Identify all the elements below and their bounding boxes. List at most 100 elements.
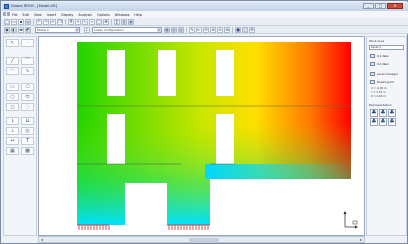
level-manager-button[interactable]: Level manager [369,71,405,77]
snap-icon[interactable]: + [75,19,81,25]
hole-icon[interactable]: ◌ [21,103,34,111]
model-select[interactable]: Model 1 ▾ [35,27,80,33]
doc-icon[interactable] [3,12,6,16]
menu-help[interactable]: Help [134,13,142,17]
open-folder-icon[interactable]: ▭ [11,19,17,25]
menu-options[interactable]: Options [97,13,110,17]
manager-icon [370,72,375,76]
drawing-canvas[interactable] [38,36,365,236]
pan-icon[interactable]: ✥ [103,19,109,25]
zoom-all-icon[interactable]: ⊞ [224,27,230,33]
new-file-icon[interactable]: □ [4,19,10,25]
render-results-icon[interactable]: ♣ [379,118,387,126]
select-arrow-icon[interactable]: ↖ [6,39,19,47]
polygon-icon[interactable]: ⬠ [21,83,34,91]
cursor-icon[interactable]: ↖ [82,19,88,25]
view-icon[interactable]: ◫ [242,27,248,33]
menu-windows[interactable]: Windows [115,13,130,17]
ellipse-icon[interactable]: ⬭ [21,93,34,101]
display-mode-icon[interactable]: ▨ [178,27,184,33]
print-icon[interactable]: ▤ [25,19,31,25]
calculate-icon[interactable]: ∑ [114,19,120,25]
hinge-icon[interactable]: ◎ [21,127,34,135]
drawing-aid-icon [370,80,375,84]
window-opening[interactable] [107,50,125,96]
scroll-thumb[interactable] [189,238,219,242]
representation-heading: Representation [369,103,392,107]
zoom-in-icon[interactable]: ⊕ [210,27,216,33]
mesh-icon[interactable]: ▦ [6,147,19,155]
menu-view[interactable]: View [34,13,42,17]
support-icon[interactable]: ⊥ [6,127,19,135]
rotate-icon[interactable]: ⟳ [203,27,209,33]
menu-file[interactable]: File [12,13,18,17]
render-solid-icon[interactable]: ♣ [370,109,378,117]
dimension-icon[interactable]: ↔ [6,137,19,145]
render-deformed-icon[interactable]: ♣ [388,118,396,126]
zoom-out-icon[interactable]: ⊖ [217,27,223,33]
spline-icon[interactable]: ∿ [21,67,34,75]
redo-icon[interactable]: ↷ [43,19,49,25]
polyline-icon[interactable]: ⌒ [21,57,34,65]
menu-insert[interactable]: Insert [47,13,56,17]
material-icon[interactable]: ◩ [25,27,31,33]
new-layer-button[interactable]: 0-1 New [369,53,405,59]
render-mesh-icon[interactable]: ♣ [370,118,378,126]
layer-select[interactable]: Level 1 [369,45,404,50]
window-opening[interactable] [107,114,125,164]
chevron-down-icon: ▾ [157,28,161,32]
scroll-left-icon[interactable]: ◂ [39,237,45,242]
configuration-select[interactable]: Loads configuration ▾ [92,27,162,33]
pen-icon[interactable]: ✎ [189,27,195,33]
window-opening[interactable] [216,50,234,96]
load-icon[interactable]: ↓ [6,117,19,125]
arc-icon[interactable]: ◠ [6,67,19,75]
text-icon[interactable]: T [21,137,34,145]
horizontal-scrollbar[interactable]: ◂ ▸ [38,236,365,243]
menu-display[interactable]: Display [61,13,73,17]
distributed-load-icon[interactable]: ⇊ [21,117,34,125]
render-wire-icon[interactable]: ♣ [379,109,387,117]
render-shaded-icon[interactable]: ♣ [388,109,396,117]
level-manager-label: Level manager [377,72,398,76]
display-mode-icon[interactable]: ▩ [164,27,170,33]
load-case-icon[interactable]: ℒ [84,27,90,33]
zoom-icon[interactable]: ⌕ [89,19,95,25]
window-opening[interactable] [216,114,234,164]
node-icon[interactable]: · [21,39,34,47]
cut-icon[interactable]: ✂ [50,19,56,25]
drawing-aid-button[interactable]: Drawing aid [369,79,405,85]
axis-arrow-icon [343,211,347,214]
line-support-middle[interactable] [167,224,210,230]
opening-icon[interactable]: ◻ [6,103,19,111]
menu-edit[interactable]: Edit [23,13,29,17]
undo-icon[interactable]: ↶ [36,19,42,25]
measure-icon[interactable]: ⇤ [196,27,202,33]
scroll-right-icon[interactable]: ▸ [358,237,364,242]
results-icon[interactable]: ▥ [121,19,127,25]
render-icon[interactable]: ■ [235,27,241,33]
window-opening[interactable] [158,50,176,96]
rectangle-icon[interactable]: ▭ [6,83,19,91]
zoom-window-icon[interactable]: ▢ [96,19,102,25]
line-support-left[interactable] [77,224,110,230]
door-opening[interactable] [125,183,167,225]
layer-icon[interactable]: ◧ [11,27,17,33]
refine-icon[interactable]: ▩ [21,147,34,155]
settings-icon[interactable]: ⚙ [249,27,255,33]
copy-icon[interactable]: ❐ [57,19,63,25]
grid-icon[interactable]: # [68,19,74,25]
save-icon[interactable]: ▪ [18,19,24,25]
close-button[interactable]: ✕ [387,3,403,9]
circle-icon[interactable]: ○ [6,93,19,101]
new-layer-button[interactable]: 0-1 New [369,61,405,67]
display-mode-icon[interactable]: ▧ [171,27,177,33]
model-icon[interactable]: ▣ [4,27,10,33]
maximize-button[interactable]: □ [375,3,386,9]
doc-icon[interactable] [7,12,10,16]
line-icon[interactable]: ╱ [6,57,19,65]
minimize-button[interactable]: _ [363,3,374,9]
menu-analysis[interactable]: Analysis [78,13,92,17]
section-icon[interactable]: ▬ [18,27,24,33]
table-icon[interactable]: ▦ [128,19,134,25]
